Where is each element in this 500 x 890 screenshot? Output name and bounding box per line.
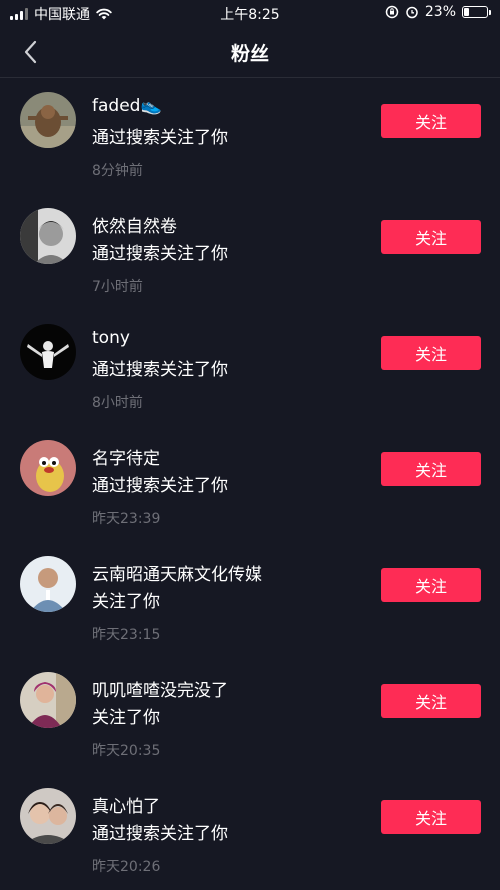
follow-source: 通过搜索关注了你 xyxy=(92,824,228,844)
battery-fill xyxy=(464,8,470,16)
follow-time: 昨天23:15 xyxy=(92,627,161,643)
follow-button[interactable]: 关注 xyxy=(381,568,481,602)
avatar[interactable] xyxy=(20,208,76,264)
follow-source: 关注了你 xyxy=(92,708,160,728)
follow-source: 通过搜索关注了你 xyxy=(92,476,228,496)
follow-button[interactable]: 关注 xyxy=(381,452,481,486)
battery-icon xyxy=(462,6,491,18)
follow-button[interactable]: 关注 xyxy=(381,220,481,254)
follower-row[interactable]: faded👟 通过搜索关注了你 8分钟前 关注 xyxy=(0,78,500,194)
follow-time: 昨天20:26 xyxy=(92,859,161,875)
follower-row[interactable]: 依然自然卷 通过搜索关注了你 7小时前 关注 xyxy=(0,194,500,310)
alarm-icon xyxy=(406,6,418,19)
follower-row[interactable]: 云南昭通天麻文化传媒 关注了你 昨天23:15 关注 xyxy=(0,542,500,658)
avatar[interactable] xyxy=(20,324,76,380)
page-title: 粉丝 xyxy=(230,43,269,65)
battery-percent: 23% xyxy=(424,4,456,20)
avatar[interactable] xyxy=(20,440,76,496)
follower-row[interactable]: 名字待定 通过搜索关注了你 昨天23:39 关注 xyxy=(0,426,500,542)
avatar[interactable] xyxy=(20,556,76,612)
follower-name: 依然自然卷 xyxy=(92,217,177,237)
follower-name: 名字待定 xyxy=(92,449,160,469)
follower-name: 真心怕了 xyxy=(92,797,160,817)
follow-source: 通过搜索关注了你 xyxy=(92,360,228,380)
follow-button[interactable]: 关注 xyxy=(381,336,481,370)
follow-button[interactable]: 关注 xyxy=(381,800,481,834)
follower-name: 叽叽喳喳没完没了 xyxy=(92,681,228,701)
follower-name: faded👟 xyxy=(92,96,162,116)
follower-name: tony xyxy=(92,328,130,348)
follower-row[interactable]: 叽叽喳喳没完没了 关注了你 昨天20:35 关注 xyxy=(0,658,500,774)
follow-source: 通过搜索关注了你 xyxy=(92,128,228,148)
avatar[interactable] xyxy=(20,672,76,728)
avatar[interactable] xyxy=(20,92,76,148)
follower-name: 云南昭通天麻文化传媒 xyxy=(92,565,262,585)
follow-time: 昨天23:39 xyxy=(92,511,161,527)
follow-button[interactable]: 关注 xyxy=(381,684,481,718)
follower-row[interactable]: tony 通过搜索关注了你 8小时前 关注 xyxy=(0,310,500,426)
follow-time: 8分钟前 xyxy=(92,163,143,179)
avatar[interactable] xyxy=(20,788,76,844)
status-right: 23% xyxy=(385,4,491,20)
follow-source: 通过搜索关注了你 xyxy=(92,244,228,264)
rotation-lock-icon xyxy=(385,5,399,19)
follower-list: faded👟 通过搜索关注了你 8分钟前 关注 依然自然卷 通过搜索关注了你 7… xyxy=(0,78,500,890)
follow-time: 7小时前 xyxy=(92,279,143,295)
nav-bar: 粉丝 xyxy=(0,26,500,78)
follow-time: 8小时前 xyxy=(92,395,143,411)
follow-source: 关注了你 xyxy=(92,592,160,612)
status-bar: 中国联通 上午8:25 23% xyxy=(0,0,500,26)
follow-button[interactable]: 关注 xyxy=(381,104,481,138)
follower-row[interactable]: 真心怕了 通过搜索关注了你 昨天20:26 关注 xyxy=(0,774,500,890)
follow-time: 昨天20:35 xyxy=(92,743,161,759)
